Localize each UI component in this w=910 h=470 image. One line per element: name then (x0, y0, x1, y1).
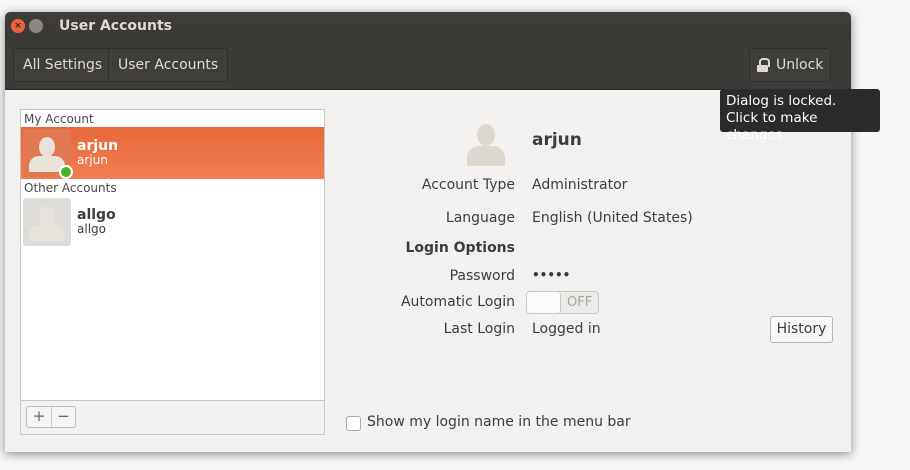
account-login: allgo (77, 222, 106, 236)
toolbar: All Settings User Accounts Unlock (5, 40, 851, 90)
title-bar: × User Accounts (5, 12, 851, 40)
online-status-icon (59, 165, 73, 179)
all-settings-button[interactable]: All Settings (13, 48, 113, 82)
tooltip-line: Dialog is locked. (726, 93, 837, 109)
automatic-login-toggle[interactable]: OFF (526, 291, 599, 314)
automatic-login-label: Automatic Login (400, 294, 515, 310)
last-login-value: Logged in (532, 321, 601, 337)
user-accounts-breadcrumb[interactable]: User Accounts (108, 48, 229, 82)
toggle-state: OFF (567, 295, 593, 310)
user-full-name[interactable]: arjun (532, 130, 582, 150)
password-label: Password (449, 268, 515, 284)
account-name: arjun (77, 138, 119, 154)
user-avatar-large[interactable] (465, 120, 505, 168)
history-button[interactable]: History (770, 316, 833, 343)
unlock-button[interactable]: Unlock (749, 48, 832, 82)
language-label: Language (445, 210, 515, 226)
avatar (23, 129, 73, 179)
account-row-allgo[interactable]: allgo allgo (21, 196, 324, 248)
account-type-label: Account Type (421, 177, 515, 193)
my-account-header: My Account (24, 112, 94, 126)
tooltip-line: Click to make changes (726, 110, 818, 143)
close-button[interactable]: × (11, 19, 25, 33)
account-name: allgo (77, 207, 116, 223)
accounts-list: My Account arjun arjun Other Accounts all… (20, 109, 325, 401)
show-login-name-checkbox[interactable] (346, 416, 361, 431)
user-accounts-window: × User Accounts All Settings User Accoun… (5, 12, 851, 452)
window-title: User Accounts (59, 18, 172, 34)
language-value[interactable]: English (United States) (532, 210, 693, 226)
lock-icon (757, 58, 770, 72)
avatar (23, 198, 71, 246)
account-type-value[interactable]: Administrator (532, 177, 627, 193)
login-options-heading: Login Options (405, 240, 515, 256)
minimize-button[interactable] (29, 19, 43, 33)
unlock-label: Unlock (776, 57, 824, 73)
last-login-label: Last Login (443, 321, 515, 337)
account-login: arjun (77, 153, 108, 167)
password-value[interactable]: ••••• (532, 268, 570, 282)
locked-tooltip: Dialog is locked. Click to make changes (720, 89, 880, 143)
account-row-arjun[interactable]: arjun arjun (21, 127, 324, 179)
remove-user-button[interactable]: − (51, 407, 75, 427)
add-user-button[interactable]: + (27, 407, 51, 427)
other-accounts-header: Other Accounts (24, 181, 117, 195)
list-toolbar: + − (20, 401, 325, 435)
show-login-name-label[interactable]: Show my login name in the menu bar (367, 414, 631, 430)
